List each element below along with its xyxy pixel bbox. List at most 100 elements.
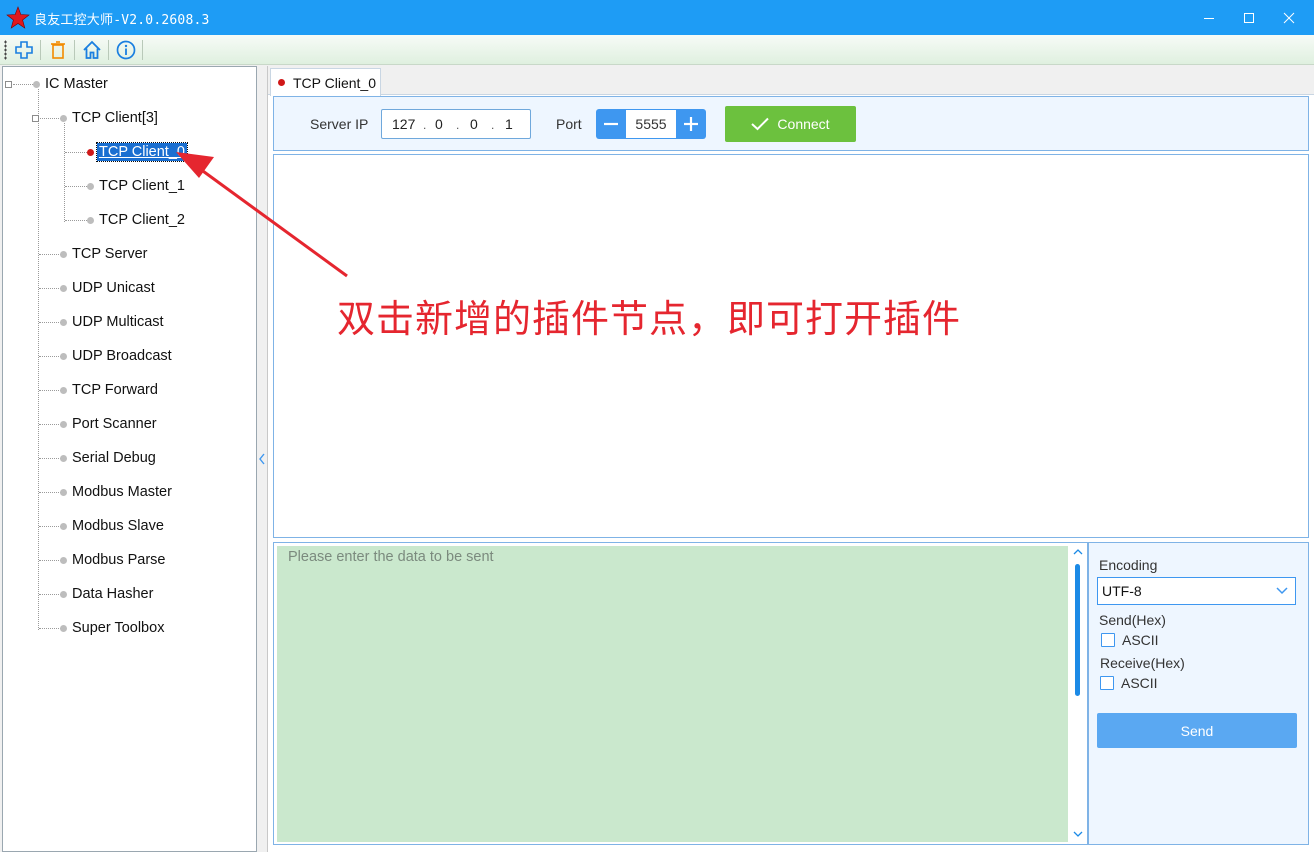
ip-octet[interactable]: 127	[392, 116, 415, 132]
send-ascii-label: ASCII	[1122, 632, 1159, 648]
tree-node-label: UDP Broadcast	[72, 348, 172, 364]
info-icon	[116, 40, 136, 60]
tree-node-tcp-client-group[interactable]: TCP Client[3]	[70, 106, 160, 130]
encoding-value: UTF-8	[1102, 583, 1142, 599]
tree-node-tcp-client-0[interactable]: TCP Client_0	[96, 140, 188, 164]
node-dot	[60, 353, 67, 360]
tree-node-data-hasher[interactable]: Data Hasher	[70, 582, 155, 606]
tree-node-label: Modbus Parse	[72, 552, 166, 568]
node-dot	[87, 217, 94, 224]
expander-root[interactable]	[5, 81, 12, 88]
title-bar: 良友工控大师-V2.0.2608.3	[0, 0, 1314, 35]
encoding-label: Encoding	[1099, 557, 1158, 573]
tree-node-super-toolbox[interactable]: Super Toolbox	[70, 616, 166, 640]
home-button[interactable]	[80, 39, 104, 61]
port-decrement-button[interactable]	[596, 109, 626, 139]
ip-separator: .	[423, 118, 427, 132]
tree-node-ic-master[interactable]: IC Master	[43, 72, 110, 96]
toolbar-separator	[142, 40, 143, 60]
tree-node-udp-unicast[interactable]: UDP Unicast	[70, 276, 157, 300]
tree-node-modbus-slave[interactable]: Modbus Slave	[70, 514, 166, 538]
panel-splitter[interactable]	[257, 66, 267, 852]
tree-node-tcp-client-2[interactable]: TCP Client_2	[97, 208, 187, 232]
checkbox-box[interactable]	[1101, 633, 1115, 647]
window-title: 良友工控大师-V2.0.2608.3	[34, 13, 210, 28]
chevron-left-icon[interactable]	[258, 452, 266, 466]
send-scrollbar[interactable]	[1071, 546, 1085, 842]
receive-ascii-label: ASCII	[1121, 675, 1158, 691]
app-window: 良友工控大师-V2.0.2608.3 IC Master TCP Client[…	[0, 0, 1314, 852]
tree-connector	[39, 560, 61, 561]
send-data-input[interactable]	[277, 546, 1068, 842]
tree-node-port-scanner[interactable]: Port Scanner	[70, 412, 159, 436]
expander-tcp-client[interactable]	[32, 115, 39, 122]
minimize-icon	[1204, 17, 1214, 19]
send-ascii-checkbox[interactable]: ASCII	[1101, 632, 1159, 648]
receive-ascii-checkbox[interactable]: ASCII	[1100, 675, 1158, 691]
delete-icon	[51, 41, 65, 59]
ip-octet[interactable]: 1	[505, 116, 513, 132]
toolbar-separator	[40, 40, 41, 60]
node-dot	[60, 523, 67, 530]
port-label: Port	[556, 116, 582, 132]
receive-hex-label: Receive(Hex)	[1100, 655, 1185, 671]
ip-octet[interactable]: 0	[470, 116, 478, 132]
active-node-dot	[87, 149, 94, 156]
tree-node-label: UDP Multicast	[72, 314, 164, 330]
tree-node-udp-multicast[interactable]: UDP Multicast	[70, 310, 166, 334]
tab-status-dot	[278, 79, 285, 86]
tree-node-serial-debug[interactable]: Serial Debug	[70, 446, 158, 470]
main-content: TCP Client_0 Server IP 127 . 0 . 0 . 1 P…	[267, 66, 1314, 852]
tree-node-label: Port Scanner	[72, 416, 157, 432]
tree-node-modbus-master[interactable]: Modbus Master	[70, 480, 174, 504]
close-button[interactable]	[1266, 0, 1312, 35]
chevron-down-icon	[1276, 587, 1288, 595]
scroll-up-icon[interactable]	[1073, 548, 1083, 556]
tree-connector	[64, 123, 65, 222]
plus-icon	[684, 117, 698, 131]
node-dot	[60, 591, 67, 598]
ip-separator: .	[491, 118, 495, 132]
scroll-thumb[interactable]	[1075, 564, 1080, 696]
tab-strip: TCP Client_0	[268, 66, 1314, 96]
port-input[interactable]: 5555	[626, 109, 676, 139]
tree-connector	[39, 628, 61, 629]
tree-node-udp-broadcast[interactable]: UDP Broadcast	[70, 344, 174, 368]
node-dot	[60, 285, 67, 292]
toolbar-grip[interactable]	[4, 40, 7, 60]
send-button-label: Send	[1180, 722, 1214, 739]
checkbox-box[interactable]	[1100, 676, 1114, 690]
scroll-down-icon[interactable]	[1073, 830, 1083, 838]
annotation-text: 双击新增的插件节点，即可打开插件	[337, 297, 962, 341]
ip-octet[interactable]: 0	[435, 116, 443, 132]
tree-connector	[39, 594, 61, 595]
delete-button[interactable]	[46, 39, 70, 61]
connect-button[interactable]: Connect	[725, 106, 856, 142]
ip-separator: .	[456, 118, 460, 132]
tree-node-label: TCP Client_0	[96, 142, 188, 162]
tree-node-tcp-forward[interactable]: TCP Forward	[70, 378, 160, 402]
port-stepper: 5555	[596, 109, 706, 139]
port-increment-button[interactable]	[676, 109, 706, 139]
tab-tcp-client-0[interactable]: TCP Client_0	[270, 68, 381, 96]
tree-node-modbus-parse[interactable]: Modbus Parse	[70, 548, 168, 572]
send-button[interactable]: Send	[1097, 713, 1297, 748]
home-icon	[83, 40, 101, 59]
tree-connector	[65, 152, 87, 153]
tree-connector	[39, 424, 61, 425]
tree-node-tcp-client-1[interactable]: TCP Client_1	[97, 174, 187, 198]
server-ip-field[interactable]: 127 . 0 . 0 . 1	[381, 109, 531, 139]
tab-label: TCP Client_0	[293, 74, 377, 91]
tree-node-label: TCP Forward	[72, 382, 158, 398]
tree-node-label: Modbus Master	[72, 484, 172, 500]
add-icon	[15, 41, 33, 59]
encoding-dropdown[interactable]: UTF-8	[1097, 577, 1296, 605]
tree-node-tcp-server[interactable]: TCP Server	[70, 242, 149, 266]
tree-connector	[39, 322, 61, 323]
info-button[interactable]	[114, 39, 138, 61]
receive-output-area[interactable]	[273, 154, 1309, 538]
tree-connector	[13, 84, 35, 85]
node-dot	[33, 81, 40, 88]
node-dot	[60, 625, 67, 632]
add-button[interactable]	[12, 39, 36, 61]
